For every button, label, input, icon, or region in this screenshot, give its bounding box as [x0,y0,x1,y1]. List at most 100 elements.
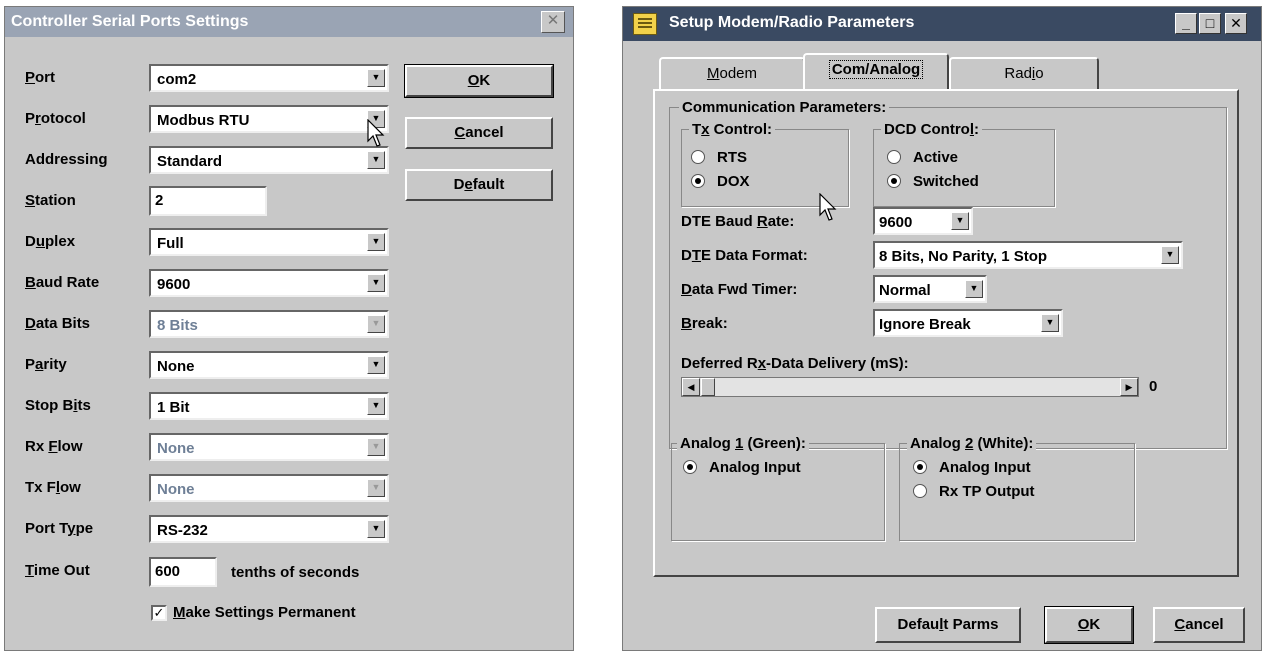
radio-selected-icon [691,174,705,188]
field-label: Port Type [25,520,94,537]
dcd-control-title: DCD Control: [881,121,982,138]
analog1-group [671,443,885,541]
dialog-title-bar[interactable]: Setup Modem/Radio Parameters [623,7,1261,41]
chevron-down-icon[interactable]: ▼ [965,280,983,298]
chevron-down-icon: ▼ [367,438,385,456]
station-input[interactable]: 2 [149,186,267,216]
timeout-label: Time Out [25,562,90,579]
field-select[interactable]: Full ▼ [149,228,389,256]
dte-format-label: DTE Data Format: [681,247,808,264]
dte-format-select[interactable]: 8 Bits, No Parity, 1 Stop ▼ [873,241,1183,269]
close-icon[interactable]: ✕ [541,11,565,33]
chevron-down-icon[interactable]: ▼ [367,69,385,87]
field-select[interactable]: com2 ▼ [149,64,389,92]
chevron-down-icon[interactable]: ▼ [367,397,385,415]
dte-baud-label: DTE Baud Rate: [681,213,795,230]
field-select[interactable]: RS-232 ▼ [149,515,389,543]
chevron-down-icon[interactable]: ▼ [367,520,385,538]
chevron-down-icon: ▼ [367,315,385,333]
field-label: Stop Bits [25,397,91,414]
cancel-button[interactable]: Cancel [1153,607,1245,643]
ok-button[interactable]: OK [404,64,554,98]
chevron-down-icon[interactable]: ▼ [367,233,385,251]
communication-group-title: Communication Parameters: [679,99,890,116]
make-permanent-label: Make Settings Permanent [173,604,356,621]
field-select[interactable]: None ▼ [149,351,389,379]
dte-baud-select[interactable]: 9600 ▼ [873,207,973,235]
field-select[interactable]: Standard ▼ [149,146,389,174]
tx-control-title: Tx Control: [689,121,775,138]
field-select: None ▼ [149,474,389,502]
chevron-down-icon[interactable]: ▼ [367,274,385,292]
chevron-down-icon[interactable]: ▼ [951,212,969,230]
tx-dox-radio[interactable]: DOX [691,173,750,190]
minimize-icon[interactable]: _ [1175,13,1197,34]
field-label: Rx Flow [25,438,83,455]
chevron-down-icon[interactable]: ▼ [1041,314,1059,332]
analog1-title: Analog 1 (Green): [677,435,809,452]
field-select: None ▼ [149,433,389,461]
field-label: Tx Flow [25,479,81,496]
radio-selected-icon [913,460,927,474]
deferred-slider[interactable]: ◀ ▶ [681,377,1139,397]
app-icon [633,13,657,35]
fwd-timer-select[interactable]: Normal ▼ [873,275,987,303]
maximize-icon[interactable]: □ [1199,13,1221,34]
deferred-value: 0 [1149,378,1158,395]
radio-icon [887,150,901,164]
dcd-active-radio[interactable]: Active [887,149,958,166]
mouse-cursor-icon [819,193,837,221]
field-label: Addressing [25,151,108,168]
slider-thumb[interactable] [701,378,715,396]
timeout-input[interactable]: 600 [149,557,217,587]
ok-button[interactable]: OK [1044,606,1134,644]
field-label: Data Bits [25,315,91,332]
cancel-button[interactable]: Cancel [405,117,553,149]
break-label: Break: [681,315,728,332]
chevron-down-icon[interactable]: ▼ [367,151,385,169]
analog1-input-radio[interactable]: Analog Input [683,459,801,476]
field-label: Duplex [25,233,76,250]
analog2-title: Analog 2 (White): [907,435,1037,452]
dialog-title: Setup Modem/Radio Parameters [669,14,915,31]
field-label: Parity [25,356,67,373]
field-label: Station [25,192,76,209]
tab-com-analog[interactable]: Com/Analog [803,53,949,89]
tx-rts-radio[interactable]: RTS [691,149,747,166]
serial-ports-dialog: Controller Serial Ports Settings ✕ Port c… [4,6,574,651]
radio-selected-icon [887,174,901,188]
scroll-right-icon[interactable]: ▶ [1120,378,1138,396]
radio-icon [913,484,927,498]
deferred-label: Deferred Rx-Data Delivery (mS): [681,355,909,372]
mouse-cursor-icon [367,119,385,147]
field-select[interactable]: Modbus RTU ▼ [149,105,389,133]
chevron-down-icon[interactable]: ▼ [367,356,385,374]
chevron-down-icon[interactable]: ▼ [1161,246,1179,264]
tab-radio[interactable]: Radio [949,57,1099,89]
radio-icon [691,150,705,164]
fwd-timer-label: Data Fwd Timer: [681,281,798,298]
field-select[interactable]: 9600 ▼ [149,269,389,297]
analog2-input-radio[interactable]: Analog Input [913,459,1031,476]
timeout-unit-label: tenths of seconds [231,564,360,581]
scroll-left-icon[interactable]: ◀ [682,378,700,396]
field-select: 8 Bits ▼ [149,310,389,338]
close-icon[interactable]: ✕ [1225,13,1247,34]
field-label: Protocol [25,110,86,127]
field-select[interactable]: 1 Bit ▼ [149,392,389,420]
make-permanent-checkbox[interactable]: ✓ [151,605,167,621]
dcd-control-group [873,129,1055,207]
chevron-down-icon: ▼ [367,479,385,497]
dialog-title-bar[interactable]: Controller Serial Ports Settings [5,7,573,37]
dialog-title: Controller Serial Ports Settings [11,13,249,30]
default-parms-button[interactable]: Default Parms [875,607,1021,643]
radio-selected-icon [683,460,697,474]
modem-radio-dialog: Setup Modem/Radio Parameters _ □ ✕ Modem… [622,6,1262,651]
break-select[interactable]: Ignore Break ▼ [873,309,1063,337]
default-button[interactable]: Default [405,169,553,201]
analog2-rx-tp-radio[interactable]: Rx TP Output [913,483,1035,500]
field-label: Baud Rate [25,274,100,291]
field-label: Port [25,69,56,86]
tab-modem[interactable]: Modem [659,57,805,89]
dcd-switched-radio[interactable]: Switched [887,173,979,190]
